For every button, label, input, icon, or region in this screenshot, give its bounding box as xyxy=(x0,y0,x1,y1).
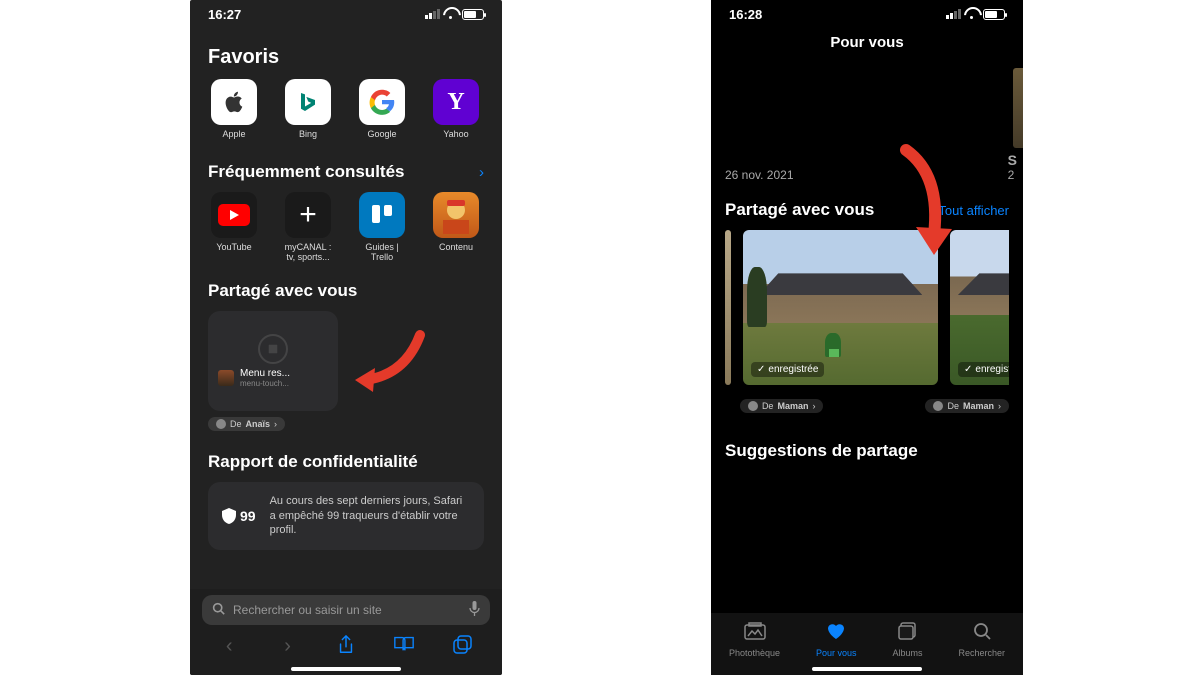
tab-for-you[interactable]: Pour vous xyxy=(816,622,857,658)
wifi-icon xyxy=(444,9,458,19)
clock: 16:28 xyxy=(729,7,762,22)
back-button[interactable]: ‹ xyxy=(214,635,244,661)
suggestions-title: Suggestions de partage xyxy=(711,413,1023,481)
bing-icon xyxy=(285,79,331,125)
plus-icon: + xyxy=(285,192,331,238)
memory-next-date: S 2 xyxy=(1008,152,1017,182)
tab-library[interactable]: Photothèque xyxy=(729,622,780,658)
search-placeholder: Rechercher ou saisir un site xyxy=(233,603,461,617)
chevron-right-icon: › xyxy=(274,419,277,429)
photos-tabbar: Photothèque Pour vous Albums Rechercher xyxy=(711,613,1023,675)
favorite-bing[interactable]: Bing xyxy=(282,79,334,140)
google-icon xyxy=(359,79,405,125)
home-indicator[interactable] xyxy=(812,667,922,671)
safari-toolbar: ‹ › xyxy=(190,631,502,661)
chevron-right-icon: › xyxy=(812,401,815,411)
frequent-row: YouTube + myCANAL : tv, sports... Guides… xyxy=(208,192,484,263)
shared-photos-row[interactable]: ✓ enregistrée ✓ enregistrée xyxy=(725,230,1009,385)
frequent-youtube[interactable]: YouTube xyxy=(208,192,260,263)
mic-icon[interactable] xyxy=(469,601,480,619)
memory-date: 26 nov. 2021 xyxy=(725,168,794,182)
clock: 16:27 xyxy=(208,7,241,22)
shared-link-card[interactable]: Menu res... menu-touch... xyxy=(208,311,338,411)
albums-icon xyxy=(898,622,918,646)
apple-icon xyxy=(211,79,257,125)
favorites-row: Apple Bing Google Y Yahoo xyxy=(208,79,484,140)
battery-icon xyxy=(462,9,484,20)
bookmarks-button[interactable] xyxy=(389,635,419,661)
photo-prev-peek xyxy=(725,230,731,385)
link-thumbnail xyxy=(218,370,234,386)
favorite-apple[interactable]: Apple xyxy=(208,79,260,140)
avatar-icon xyxy=(216,419,226,429)
privacy-card[interactable]: 99 Au cours des sept derniers jours, Saf… xyxy=(208,482,484,551)
saved-badge: ✓ enregistrée xyxy=(958,362,1009,377)
from-contact-pill[interactable]: De Maman › xyxy=(740,399,824,413)
shared-link-info: Menu res... menu-touch... xyxy=(218,368,328,388)
shared-title: Partagé avec vous xyxy=(208,281,484,301)
safari-bottombar: Rechercher ou saisir un site ‹ › xyxy=(190,589,502,675)
forward-button[interactable]: › xyxy=(273,635,303,661)
from-row: De Maman › De Maman › xyxy=(725,393,1009,413)
from-contact-pill[interactable]: De Anaïs › xyxy=(208,417,285,431)
from-contact-pill[interactable]: De Maman › xyxy=(925,399,1009,413)
battery-icon xyxy=(983,9,1005,20)
compass-icon xyxy=(258,334,288,364)
frequent-chevron-icon[interactable]: › xyxy=(479,164,484,181)
shared-photo-1[interactable]: ✓ enregistrée xyxy=(743,230,938,385)
safari-content: Favoris Apple Bing Google Y xyxy=(190,28,502,550)
privacy-title: Rapport de confidentialité xyxy=(208,452,484,472)
status-indicators xyxy=(425,9,484,20)
safari-start-screen: 16:27 Favoris Apple Bing xyxy=(190,0,502,675)
search-icon xyxy=(973,622,991,646)
youtube-icon xyxy=(211,192,257,238)
search-icon xyxy=(212,602,225,618)
memory-next-peek xyxy=(1013,68,1023,148)
library-icon xyxy=(744,622,766,646)
cellular-icon xyxy=(425,9,440,19)
saved-badge: ✓ enregistrée xyxy=(751,362,824,377)
status-indicators xyxy=(946,9,1005,20)
cellular-icon xyxy=(946,9,961,19)
frequent-trello[interactable]: Guides | Trello xyxy=(356,192,408,263)
shared-photo-2[interactable]: ✓ enregistrée xyxy=(950,230,1009,385)
for-you-icon xyxy=(826,622,846,646)
tab-albums[interactable]: Albums xyxy=(893,622,923,658)
status-bar: 16:27 xyxy=(190,0,502,28)
status-bar: 16:28 xyxy=(711,0,1023,28)
favorite-google[interactable]: Google xyxy=(356,79,408,140)
address-search-bar[interactable]: Rechercher ou saisir un site xyxy=(202,595,490,625)
wifi-icon xyxy=(965,9,979,19)
check-icon: ✓ xyxy=(964,364,972,375)
frequent-title: Fréquemment consultés xyxy=(208,162,405,182)
avatar-icon xyxy=(933,401,943,411)
frequent-mycanal[interactable]: + myCANAL : tv, sports... xyxy=(282,192,334,263)
tab-search[interactable]: Rechercher xyxy=(958,622,1005,658)
trello-icon xyxy=(359,192,405,238)
chevron-right-icon: › xyxy=(998,401,1001,411)
favorite-yahoo[interactable]: Y Yahoo xyxy=(430,79,482,140)
check-icon: ✓ xyxy=(757,364,765,375)
yahoo-icon: Y xyxy=(433,79,479,125)
shield-icon: 99 xyxy=(222,508,256,524)
show-all-button[interactable]: Tout afficher xyxy=(938,203,1009,218)
share-button[interactable] xyxy=(331,635,361,661)
home-indicator[interactable] xyxy=(291,667,401,671)
favorites-title: Favoris xyxy=(208,46,484,69)
frequent-content[interactable]: Contenu xyxy=(430,192,482,263)
memory-card[interactable]: 26 nov. 2021 S 2 xyxy=(711,56,1023,186)
page-title: Pour vous xyxy=(711,28,1023,56)
photos-for-you-screen: 16:28 Pour vous 26 nov. 2021 S 2 Partagé… xyxy=(711,0,1023,675)
avatar-icon xyxy=(748,401,758,411)
tabs-button[interactable] xyxy=(448,635,478,661)
content-icon xyxy=(433,192,479,238)
shared-section: Partagé avec vous Tout afficher ✓ enregi… xyxy=(711,186,1023,413)
shared-title: Partagé avec vous xyxy=(725,200,874,220)
